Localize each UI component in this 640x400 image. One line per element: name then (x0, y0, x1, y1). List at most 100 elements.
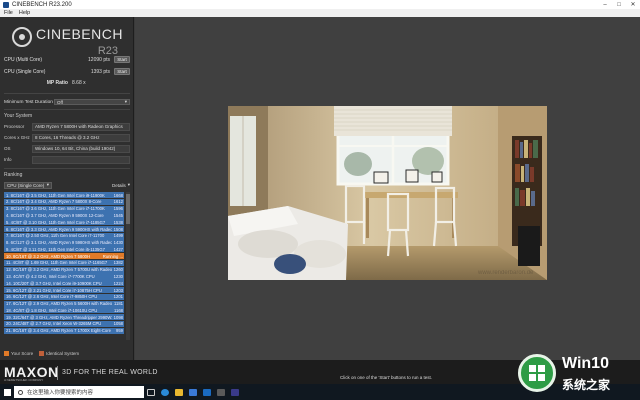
your-score-swatch (4, 351, 9, 356)
ranking-select[interactable]: CPU (Single Core) ▾ (4, 181, 52, 189)
ranking-item[interactable]: 13. 4C/8T @ 4.2 GHz, Intel Core i7-7700K… (4, 273, 124, 280)
store-icon[interactable] (186, 384, 200, 400)
ranking-item[interactable]: 14. 10C/20T @ 3.7 GHz, Intel Core i9-109… (4, 280, 124, 287)
cpu-single-score: 1393 pts (90, 68, 110, 75)
ranking-header: CPU (Single Core) ▾ Details ▾ (4, 181, 130, 189)
menu-bar: File Help (0, 9, 640, 17)
maximize-button[interactable]: □ (612, 0, 626, 9)
ranking-item[interactable]: 9. 4C/8T @ 3.11 GHz, 11th Gen Intel Core… (4, 246, 124, 253)
ranking-item-label: 6. 8C/16T @ 3.3 GHz, AMD Ryzen 9 5900HX … (6, 226, 115, 232)
status-text: Click on one of the 'Start' buttons to r… (340, 375, 433, 380)
ranking-item-score: 1230 (111, 273, 123, 280)
cpu-multi-start-button[interactable]: Start (114, 56, 130, 63)
ranking-list: 1. 8C/16T @ 3.5 GHz, 11th Gen Intel Core… (4, 192, 124, 340)
ranking-item[interactable]: 8. 6C/12T @ 3.1 GHz, AMD Ryzen 9 5980HX … (4, 239, 124, 246)
ranking-item[interactable]: 7. 8C/16T @ 2.50 GHz, 11th Gen Intel Cor… (4, 232, 124, 239)
maxon-subtitle: A NEMETSCHEK COMPANY (4, 378, 44, 382)
ranking-item-score: 1612 (111, 198, 123, 205)
legend-identical-system: Identical System (39, 351, 79, 356)
ranking-item[interactable]: 16. 6C/12T @ 2.6 GHz, Intel Core i7-9850… (4, 293, 124, 300)
windows-icon (3, 388, 11, 396)
ranking-item[interactable]: 2. 8C/16T @ 3.4 GHz, AMD Ryzen 7 5800X 8… (4, 198, 124, 205)
chevron-down-icon[interactable]: ▾ (128, 182, 130, 188)
min-test-duration-select[interactable]: Off ▾ (54, 99, 130, 105)
win10-watermark: Win10 系统之家 (516, 354, 640, 400)
minimize-button[interactable]: – (598, 0, 612, 9)
title-bar: CINEBENCH R23.200 – □ ✕ (0, 0, 640, 9)
win10-logo-icon (518, 354, 556, 392)
ranking-select-value: CPU (Single Core) (7, 182, 45, 188)
ranking-item-score: 1538 (111, 219, 123, 226)
file-explorer-icon[interactable] (172, 384, 186, 400)
ranking-item-label: 21. 8C/16T @ 3.4 GHz, AMD Ryzen 7 1700X … (6, 328, 111, 334)
os-row: OS Windows 10, 64 Bit, China (build 1904… (4, 144, 130, 153)
cpu-multi-row: CPU (Multi Core) 12090 pts Start (4, 55, 130, 64)
details-toggle[interactable]: Details (112, 183, 126, 188)
ranking-item[interactable]: 18. 4C/8T @ 1.8 GHz, Intel Core i7-10610… (4, 307, 124, 314)
ranking-item-label: 11. 4C/8T @ 1.69 GHz, 11th Gen Intel Cor… (6, 260, 108, 266)
mp-ratio-label: MP Ratio (46, 79, 68, 86)
taskbar-search-placeholder: 在这里输入你要搜索的内容 (27, 390, 94, 396)
ranking-item[interactable]: 4. 8C/16T @ 3.7 GHz, AMD Ryzen 9 5900X 1… (4, 212, 124, 219)
legend-your-score: Your Score (4, 351, 33, 356)
processor-label: Processor (4, 124, 25, 129)
render-watermark: www.renderbaron.de (477, 270, 534, 276)
ranking-item[interactable]: 1. 8C/16T @ 3.5 GHz, 11th Gen Intel Core… (4, 192, 124, 199)
edge-icon[interactable] (158, 384, 172, 400)
cpu-single-start-button[interactable]: Start (114, 68, 130, 75)
cinebench-taskbar-icon[interactable] (214, 384, 228, 400)
mp-ratio-value: 8.68 x (72, 79, 86, 86)
task-view-icon[interactable] (144, 384, 158, 400)
render-preview-image: www.renderbaron.de (228, 106, 547, 280)
ranking-item-score: 1382 (111, 259, 123, 266)
mail-icon[interactable] (200, 384, 214, 400)
ranking-item[interactable]: 20. 24C/48T @ 2.7 GHz, Intel Xeon W-3265… (4, 320, 124, 328)
ranking-item-label: 19. 32C/64T @ 3 GHz, AMD Ryzen Threadrip… (6, 314, 115, 320)
left-panel: CINEBENCH R23 CPU (Multi Core) 12090 pts… (0, 17, 134, 360)
ranking-item-label: 14. 10C/20T @ 3.7 GHz, Intel Core i9-109… (6, 280, 102, 286)
divider (4, 109, 130, 110)
close-button[interactable]: ✕ (626, 0, 640, 9)
ranking-item-score: 1058 (111, 320, 123, 328)
ranking-item-current[interactable]: 10. 8C/16T @ 3.2 GHz, AMD Ryzen 7 5800H R… (4, 253, 124, 260)
ranking-item[interactable]: 5. 4C/8T @ 3.10 GHz, 11th Gen Intel Core… (4, 219, 124, 226)
footer-tagline: 3D FOR THE REAL WORLD (62, 369, 158, 376)
ranking-item-label: 10. 8C/16T @ 3.2 GHz, AMD Ryzen 7 5800H (6, 253, 91, 259)
render-scene: www.renderbaron.de (228, 106, 547, 280)
ranking-item[interactable]: 17. 6C/12T @ 2.9 GHz, AMD Ryzen 5 5600H … (4, 300, 124, 307)
ranking-item-label: 17. 6C/12T @ 2.9 GHz, AMD Ryzen 5 5600H … (6, 301, 115, 307)
ranking-item-score: 1168 (111, 307, 123, 314)
ranking-item-label: 9. 4C/8T @ 3.11 GHz, 11th Gen Intel Core… (6, 246, 105, 252)
taskbar-search[interactable]: 在这里输入你要搜索的内容 (14, 386, 144, 398)
ranking-item-score: 1499 (111, 232, 123, 239)
settings-icon[interactable] (228, 384, 242, 400)
ranking-item-score: 1224 (111, 280, 123, 287)
ranking-item-label: 8. 6C/12T @ 3.1 GHz, AMD Ryzen 9 5980HX … (6, 240, 115, 246)
os-label: OS (4, 146, 11, 151)
ranking-item-label: 5. 4C/8T @ 3.10 GHz, 11th Gen Intel Core… (6, 219, 106, 225)
legend: Your Score Identical System (4, 351, 85, 356)
ranking-item-score: 1260 (111, 266, 123, 273)
info-row: Info (4, 155, 130, 164)
chevron-down-icon: ▾ (46, 182, 49, 187)
processor-value: AMD Ryzen 7 5800H with Radeon Graphics (32, 122, 130, 131)
ranking-item[interactable]: 12. 8C/16T @ 3.2 GHz, AMD Ryzen 7 5700U … (4, 266, 124, 273)
start-button[interactable] (0, 384, 14, 400)
info-field[interactable] (32, 155, 130, 164)
ranking-item[interactable]: 21. 8C/16T @ 3.4 GHz, AMD Ryzen 7 1700X … (4, 327, 124, 334)
menu-help[interactable]: Help (19, 10, 30, 16)
ranking-item[interactable]: 19. 32C/64T @ 3 GHz, AMD Ryzen Threadrip… (4, 314, 124, 321)
identical-swatch (39, 351, 45, 356)
ranking-item[interactable]: 3. 8C/16T @ 3.6 GHz, 11th Gen Intel Core… (4, 205, 124, 212)
ranking-item[interactable]: 11. 4C/8T @ 1.69 GHz, 11th Gen Intel Cor… (4, 259, 124, 266)
menu-file[interactable]: File (4, 10, 13, 16)
ranking-item-score: 1545 (111, 212, 123, 219)
divider (4, 168, 130, 169)
ranking-scrollbar[interactable] (126, 192, 130, 340)
min-test-duration-label: Minimum Test Duration (4, 99, 53, 105)
ranking-item-score: 1201 (111, 293, 123, 300)
ranking-item-label: 20. 24C/48T @ 2.7 GHz, Intel Xeon W-3265… (6, 321, 102, 327)
ranking-item[interactable]: 15. 6C/12T @ 2.21 GHz, Intel Core i7-108… (4, 286, 124, 294)
ranking-scrollbar-thumb[interactable] (126, 194, 130, 224)
ranking-item[interactable]: 6. 8C/16T @ 3.3 GHz, AMD Ryzen 9 5900HX … (4, 225, 124, 233)
